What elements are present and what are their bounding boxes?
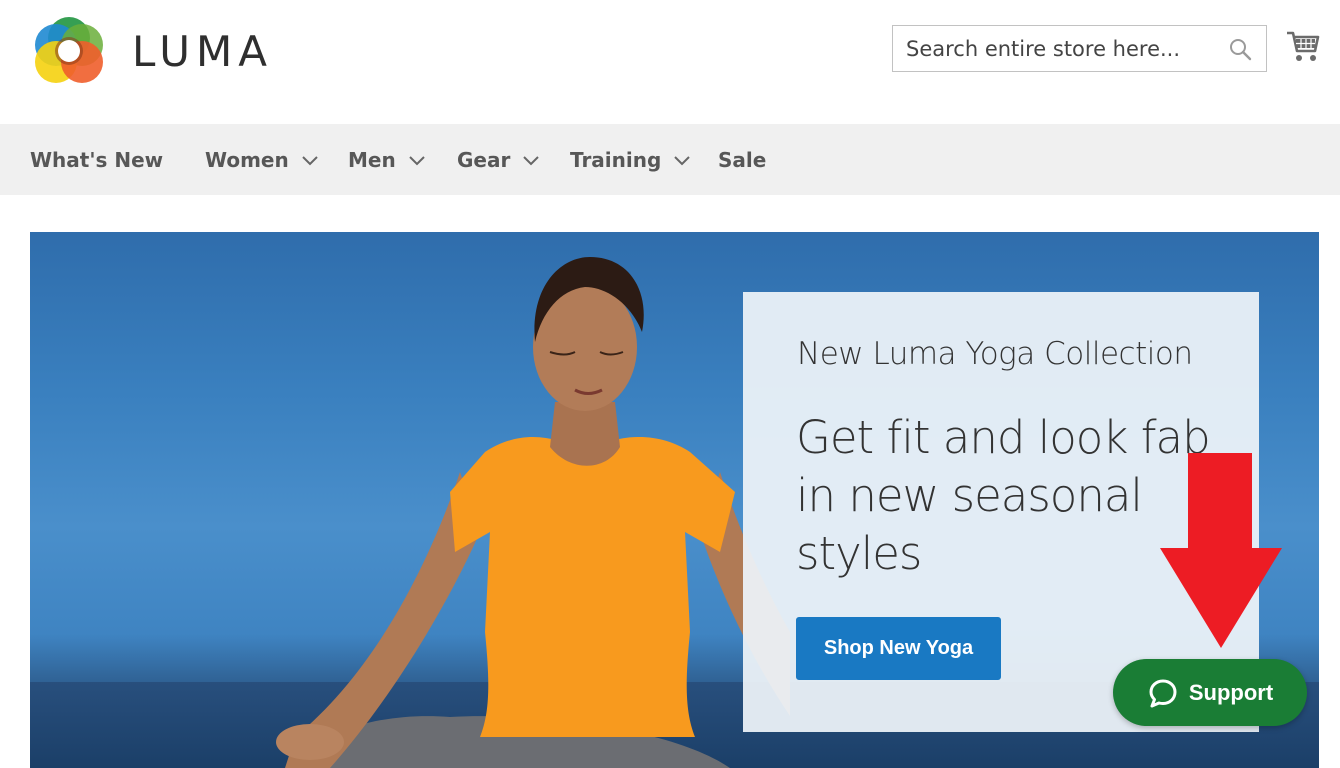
nav-item-label: Sale — [718, 147, 767, 172]
luma-logo-icon — [35, 17, 103, 83]
nav-item-men[interactable]: Men — [348, 124, 426, 195]
nav-item-label: Training — [570, 147, 662, 172]
chevron-down-icon — [409, 155, 425, 165]
hero-model-image — [276, 257, 790, 768]
cart-icon[interactable] — [1286, 28, 1320, 64]
nav-item-label: Gear — [457, 147, 511, 172]
nav-item-label: Women — [205, 147, 289, 172]
red-arrow-annotation-icon — [1160, 453, 1282, 648]
nav-item-whats-new[interactable]: What's New — [30, 124, 163, 195]
search-icon[interactable] — [1228, 37, 1252, 61]
support-chat-button[interactable]: Support — [1113, 659, 1307, 726]
search-box — [892, 25, 1267, 72]
nav-item-sale[interactable]: Sale — [718, 124, 766, 195]
shop-new-yoga-button[interactable]: Shop New Yoga — [796, 617, 1001, 680]
chevron-down-icon — [674, 155, 691, 165]
nav-item-women[interactable]: Women — [205, 124, 319, 195]
chevron-down-icon — [523, 155, 540, 165]
nav-item-label: What's New — [30, 147, 164, 172]
main-navigation: What's New Women Men Gear Training Sale — [0, 124, 1340, 195]
nav-item-training[interactable]: Training — [570, 124, 691, 195]
chat-bubble-icon — [1149, 679, 1177, 707]
promo-subtitle: New Luma Yoga Collection — [797, 336, 1193, 372]
site-header: LUMA — [0, 0, 1340, 124]
brand-name: LUMA — [132, 26, 274, 76]
support-label: Support — [1188, 679, 1274, 705]
search-input[interactable] — [893, 26, 1223, 71]
logo-link[interactable]: LUMA — [30, 12, 273, 90]
nav-item-label: Men — [348, 147, 396, 172]
nav-item-gear[interactable]: Gear — [457, 124, 540, 195]
chevron-down-icon — [302, 155, 318, 165]
